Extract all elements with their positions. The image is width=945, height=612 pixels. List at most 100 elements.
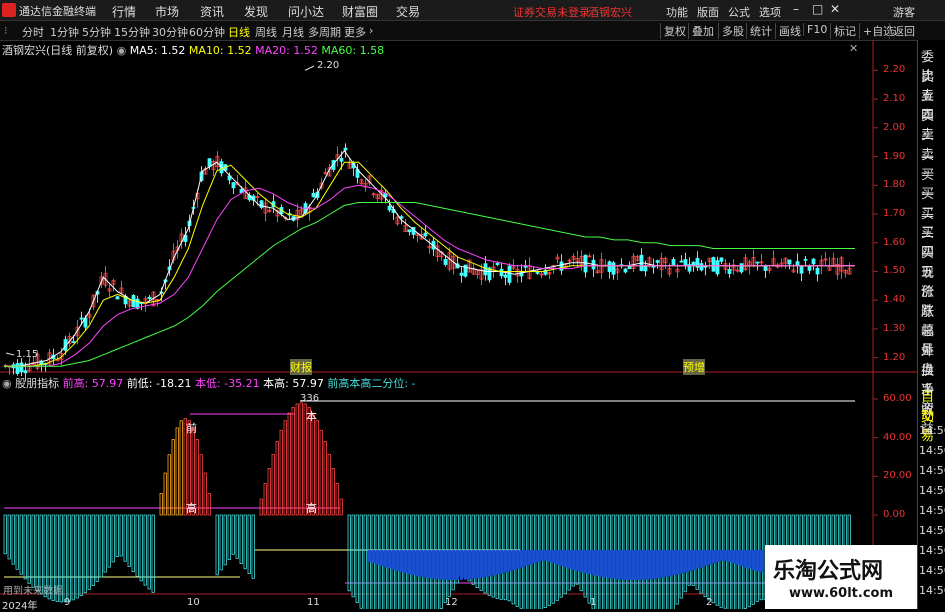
ind-bar: [279, 429, 283, 516]
ind-bar: [159, 493, 163, 516]
chart-window-close-icon[interactable]: ✕: [849, 42, 858, 55]
candle-body: [627, 266, 632, 270]
ind-bar: [87, 514, 91, 590]
ind-blue-fill: [456, 550, 459, 580]
tick-time: 14:56: [919, 584, 945, 597]
indicator-peak-label: 336: [300, 393, 320, 404]
kline-chart[interactable]: [0, 0, 945, 609]
candle-body: [23, 370, 28, 374]
ind-bar: [91, 514, 95, 586]
ind-bar: [355, 514, 359, 604]
ind-bar: [239, 514, 243, 564]
ind-blue-fill: [540, 550, 543, 561]
candle-body: [423, 232, 428, 237]
x-label-1: 1: [590, 597, 597, 608]
ind-bar: [139, 514, 143, 582]
ind-blue-fill: [516, 550, 519, 569]
ind-blue-fill: [452, 550, 455, 580]
settings-circle-icon[interactable]: ◉: [117, 44, 127, 57]
ind-blue-fill: [620, 550, 623, 580]
ind-blue-fill: [744, 550, 747, 568]
high-price-label: 2.20: [317, 60, 340, 71]
ind-bar: [223, 514, 227, 566]
ind-bar: [539, 514, 543, 609]
candle-body: [671, 259, 676, 265]
candle-body: [807, 266, 812, 271]
ind-blue-fill: [532, 550, 535, 564]
ind-blue-fill: [564, 550, 567, 568]
y-tick-label-main: 2.10: [883, 93, 906, 105]
ind-blue-fill: [728, 550, 731, 563]
tick-time: 14:56: [919, 544, 945, 557]
event-forecast-label[interactable]: 预增: [683, 359, 705, 375]
watermark-title: 乐淘公式网: [773, 558, 884, 584]
indicator-settings-icon[interactable]: ◉: [2, 377, 12, 390]
ind-value-1: 前低: -18.21: [126, 377, 192, 390]
event-earnings-label[interactable]: 财报: [290, 359, 312, 375]
tick-time: 14:56: [919, 464, 945, 477]
ind-blue-fill: [648, 550, 651, 580]
candle-body: [483, 263, 488, 276]
ind-value-3: 本高: 57.97: [263, 377, 324, 390]
ind-bar: [127, 514, 131, 567]
y-tick-label-ind: 60.00: [883, 393, 912, 404]
ind-bar: [271, 453, 275, 516]
ind-blue-fill: [560, 550, 563, 567]
ind-bar: [143, 514, 147, 586]
candle-body: [207, 158, 212, 167]
ind-blue-fill: [716, 550, 719, 563]
candle-body: [459, 272, 464, 276]
ind-bar: [227, 514, 231, 561]
y-tick-label-ind: 0.00: [883, 509, 906, 520]
ind-bar: [83, 514, 87, 594]
ind-blue-fill: [476, 550, 479, 579]
candle-body: [583, 254, 588, 273]
ind-blue-fill: [424, 550, 427, 578]
ind-bar: [299, 402, 303, 516]
ind-bar: [75, 514, 79, 599]
candle-body: [655, 260, 660, 263]
ind-blue-fill: [596, 550, 599, 577]
ind-blue-fill: [600, 550, 603, 577]
ind-bar: [131, 514, 135, 572]
ind-blue-fill: [668, 550, 671, 577]
ind-bar: [215, 514, 219, 576]
ind-bar: [67, 514, 71, 602]
ind-bar: [259, 498, 263, 516]
ind-blue-fill: [404, 550, 407, 574]
ind-blue-fill: [368, 550, 371, 562]
ind-bar: [27, 514, 31, 584]
ind-bar: [23, 514, 27, 580]
candle-body: [643, 265, 648, 272]
high-pointer: [304, 65, 315, 71]
ind-bar: [235, 514, 239, 559]
ind-bar: [99, 514, 103, 578]
ind-blue-fill: [740, 550, 743, 567]
ind-blue-fill: [372, 550, 375, 564]
ind-blue-fill: [388, 550, 391, 569]
ma-line-ma20: [4, 184, 855, 367]
ind-blue-fill: [416, 550, 419, 576]
main-chart-header: 酒钢宏兴(日线 前复权) ◉ MA5: 1.52 MA10: 1.52 MA20…: [2, 42, 384, 58]
ind-blue-fill: [684, 550, 687, 573]
candle-body: [699, 263, 704, 271]
ind-blue-fill: [660, 550, 663, 578]
ind-blue-fill: [380, 550, 383, 566]
ind-blue-fill: [732, 550, 735, 564]
candle-body: [387, 205, 392, 211]
ind-bar: [283, 420, 287, 516]
tick-time: 14:56: [919, 444, 945, 457]
candle-body: [343, 147, 348, 151]
ind-bar: [163, 472, 167, 516]
candle-body: [815, 267, 820, 275]
y-tick-label-main: 1.80: [883, 179, 906, 191]
annot-gao-1: 高: [186, 502, 197, 515]
ind-bar: [115, 514, 119, 558]
ind-blue-fill: [436, 550, 439, 580]
annot-qian: 前: [186, 422, 197, 435]
ind-blue-fill: [384, 550, 387, 568]
y-tick-label-main: 1.50: [883, 265, 906, 277]
ind-bar: [243, 514, 247, 570]
ind-blue-fill: [432, 550, 435, 579]
candle-body: [611, 262, 616, 275]
